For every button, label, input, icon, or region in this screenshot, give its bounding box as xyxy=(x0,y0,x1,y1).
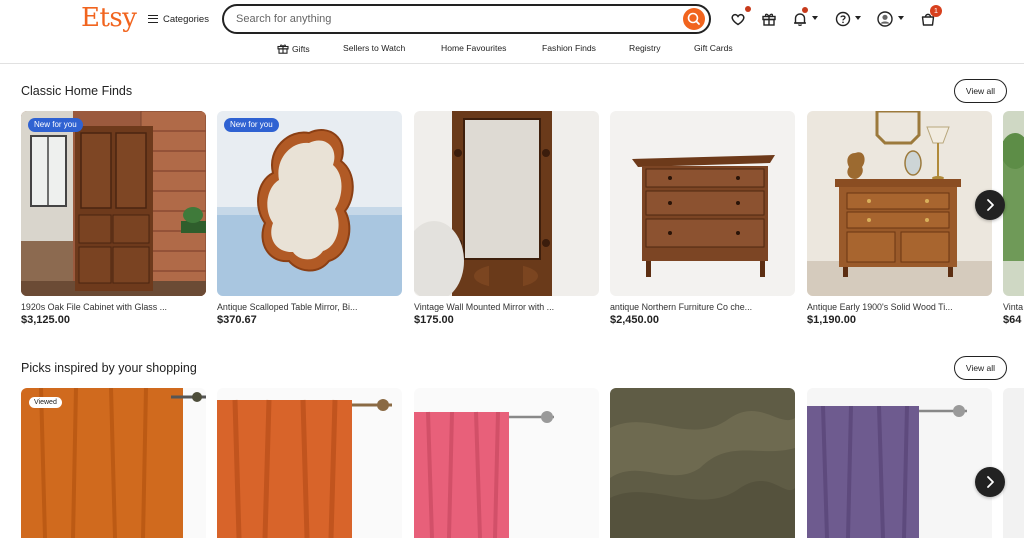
product-card-image[interactable] xyxy=(807,111,992,296)
product-title[interactable]: 1920s Oak File Cabinet with Glass ... xyxy=(21,302,201,312)
product-card-image[interactable] xyxy=(414,388,599,538)
nav-item-registry[interactable]: Registry xyxy=(629,43,661,53)
carousel-next-button[interactable] xyxy=(975,467,1005,497)
view-all-button[interactable]: View all xyxy=(954,356,1007,380)
product-title[interactable]: Antique Scalloped Table Mirror, Bi... xyxy=(217,302,397,312)
help-icon xyxy=(835,11,851,27)
notifications-dot xyxy=(802,7,808,13)
avatar-icon xyxy=(877,11,893,27)
help-button[interactable] xyxy=(834,10,852,28)
product-price: $2,450.00 xyxy=(610,314,659,326)
wood-washstand-photo xyxy=(807,111,992,296)
orange-curtain-photo xyxy=(21,388,206,538)
nav-item-home-favourites[interactable]: Home Favourites xyxy=(441,43,506,53)
cart-count-badge: 1 xyxy=(930,5,942,17)
carousel-next-button[interactable] xyxy=(975,190,1005,220)
product-card-image[interactable] xyxy=(414,111,599,296)
product-card-image[interactable]: New for you xyxy=(217,111,402,296)
gift-mode-button[interactable] xyxy=(760,10,778,28)
gift-icon xyxy=(277,44,289,54)
product-price: $1,190.00 xyxy=(807,314,856,326)
wall-mirror-photo xyxy=(414,111,599,296)
new-for-you-badge: New for you xyxy=(224,118,279,132)
search-bar xyxy=(222,4,711,34)
product-price: $3,125.00 xyxy=(21,314,70,326)
gift-icon xyxy=(762,13,776,26)
section-title: Picks inspired by your shopping xyxy=(21,361,197,375)
product-card-image[interactable] xyxy=(610,388,795,538)
categories-label: Categories xyxy=(163,13,209,25)
product-title[interactable]: antique Northern Furniture Co che... xyxy=(610,302,790,312)
nav-item-sellers-to-watch[interactable]: Sellers to Watch xyxy=(343,43,405,53)
product-price: $370.67 xyxy=(217,314,257,326)
nav-item-gift-cards[interactable]: Gift Cards xyxy=(694,43,733,53)
product-card-image[interactable] xyxy=(1003,111,1024,296)
search-button[interactable] xyxy=(683,8,705,30)
chest-of-drawers-photo xyxy=(610,111,795,296)
nav-item-fashion-finds[interactable]: Fashion Finds xyxy=(542,43,596,53)
chevron-right-icon xyxy=(987,199,994,211)
menu-icon xyxy=(148,15,158,23)
product-card-image[interactable] xyxy=(1003,388,1024,538)
view-all-button[interactable]: View all xyxy=(954,79,1007,103)
search-input[interactable] xyxy=(236,11,676,27)
product-price: $64 xyxy=(1003,314,1022,326)
oak-cabinet-photo xyxy=(21,111,206,296)
categories-button[interactable]: Categories xyxy=(148,12,209,26)
etsy-logo[interactable]: Etsy xyxy=(81,3,137,33)
product-card-image[interactable]: New for you xyxy=(21,111,206,296)
nav-item-gifts[interactable]: Gifts xyxy=(277,43,310,54)
nav-label: Gifts xyxy=(292,43,310,54)
product-title[interactable]: Vintage Wall Mounted Mirror with ... xyxy=(414,302,594,312)
site-header: Etsy Categories Search for anything 1 Gi… xyxy=(0,0,1024,64)
account-button[interactable] xyxy=(876,10,894,28)
partial-product-photo xyxy=(1003,388,1024,538)
rust-curtain-photo xyxy=(217,388,402,538)
olive-fabric-photo xyxy=(610,388,795,538)
partial-product-photo xyxy=(1003,111,1024,296)
new-for-you-badge: New for you xyxy=(28,118,83,132)
pink-curtain-photo xyxy=(414,388,599,538)
chevron-down-icon xyxy=(898,16,904,20)
product-title[interactable]: Antique Early 1900's Solid Wood Ti... xyxy=(807,302,987,312)
chevron-down-icon xyxy=(855,16,861,20)
product-card-image[interactable]: Viewed xyxy=(21,388,206,538)
product-card-image[interactable] xyxy=(807,388,992,538)
product-price: $175.00 xyxy=(414,314,454,326)
heart-icon xyxy=(731,13,745,26)
product-title[interactable]: Vinta xyxy=(1003,302,1024,312)
favorites-notification-dot xyxy=(745,6,751,12)
search-icon xyxy=(687,12,700,25)
product-card-image[interactable] xyxy=(217,388,402,538)
section-title: Classic Home Finds xyxy=(21,84,133,98)
favorites-button[interactable] xyxy=(729,10,747,28)
chevron-down-icon xyxy=(812,16,818,20)
viewed-badge: Viewed xyxy=(29,397,62,408)
scalloped-mirror-photo xyxy=(217,111,402,296)
purple-curtain-photo xyxy=(807,388,992,538)
chevron-right-icon xyxy=(987,476,994,488)
product-card-image[interactable] xyxy=(610,111,795,296)
